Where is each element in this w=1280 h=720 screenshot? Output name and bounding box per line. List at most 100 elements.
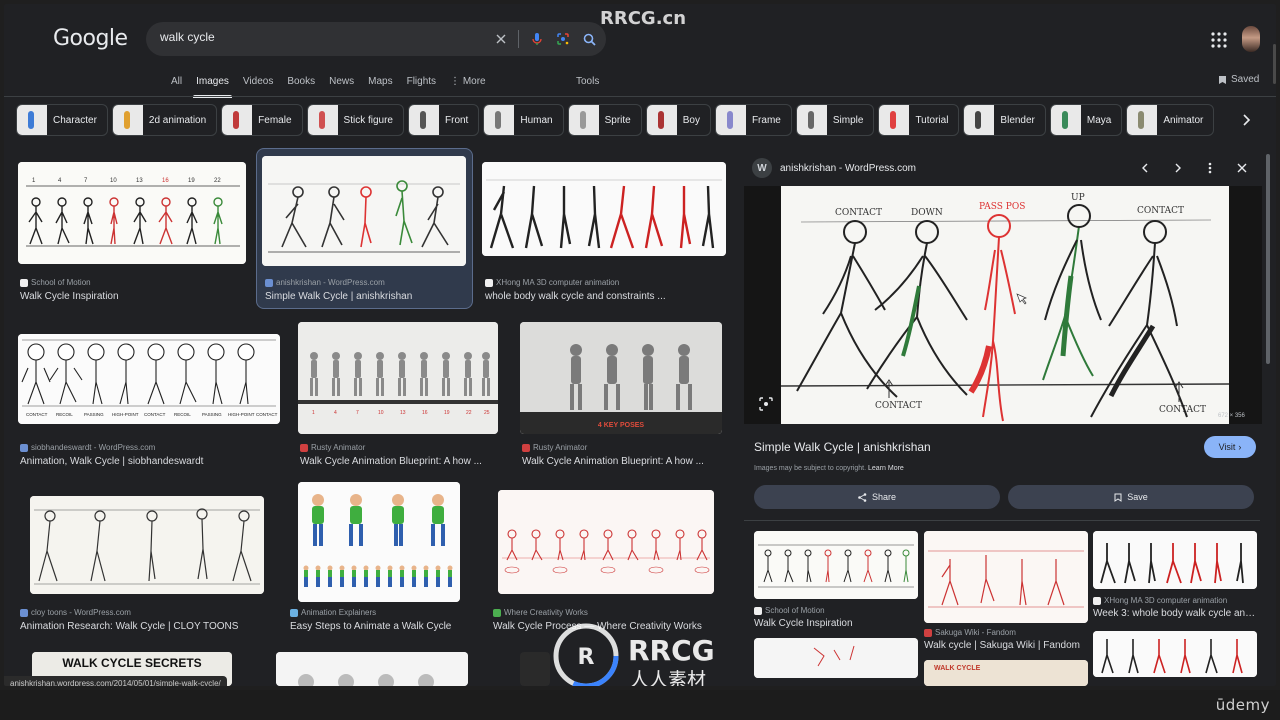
search-inside-image-icon[interactable] [758,396,774,412]
search-icon[interactable] [579,29,599,49]
result-title-5[interactable]: Walk Cycle Animation Blueprint: A how ..… [300,456,498,467]
visit-button[interactable]: Visit › [1204,436,1256,458]
result-source-9[interactable]: Where Creativity Works [493,608,588,617]
chip-blender[interactable]: Blender [963,104,1046,136]
chip-label: Boy [682,114,700,126]
result-title-4[interactable]: Animation, Walk Cycle | siobhandeswardt [20,456,282,467]
tab-all[interactable]: All [164,72,189,94]
result-title-6[interactable]: Walk Cycle Animation Blueprint: A how ..… [522,456,724,467]
result-image-1[interactable]: 1 4 7 10 13 16 19 22 [18,162,246,264]
account-avatar[interactable] [1242,26,1260,52]
chip-frame[interactable]: Frame [714,104,792,136]
tools-button[interactable]: Tools [576,76,599,87]
related-source-3[interactable]: XHong MA 3D computer animation [1093,596,1227,605]
lens-icon[interactable] [553,29,573,49]
preview-title[interactable]: Simple Walk Cycle | anishkrishan [754,440,931,454]
tab-books[interactable]: Books [280,72,322,94]
previous-icon[interactable] [1137,160,1153,176]
chip-animator[interactable]: Animator [1126,104,1215,136]
chip-front[interactable]: Front [408,104,480,136]
result-image-11[interactable] [276,652,468,686]
result-title-1[interactable]: Walk Cycle Inspiration [20,291,246,302]
next-icon[interactable] [1170,160,1186,176]
google-apps-icon[interactable] [1210,31,1228,49]
frame-number: 10 [110,178,117,184]
result-image-12[interactable] [520,652,550,686]
related-image-6[interactable] [1093,631,1257,677]
close-icon[interactable] [1234,160,1250,176]
tab-more[interactable]: ⋮ More [443,72,493,94]
result-source-8[interactable]: Animation Explainers [290,608,376,617]
saved-link[interactable]: Saved [1218,74,1259,85]
tab-videos[interactable]: Videos [236,72,280,94]
result-title-8[interactable]: Easy Steps to Animate a Walk Cycle [290,621,480,632]
result-source-6[interactable]: Rusty Animator [522,443,587,452]
clear-icon[interactable] [491,29,511,49]
chip-tutorial[interactable]: Tutorial [878,104,960,136]
result-image-4[interactable]: CONTACT RECOIL PASSING HIGH-POINT CONTAC… [18,334,280,424]
related-title-1[interactable]: Walk Cycle Inspiration [754,618,918,629]
preview-scrollbar[interactable] [1266,154,1270,364]
result-title-3[interactable]: whole body walk cycle and constraints ..… [485,291,725,302]
chip-maya[interactable]: Maya [1049,104,1123,136]
share-button[interactable]: Share [754,485,1000,509]
related-image-5[interactable]: WALK CYCLE [924,660,1088,686]
chip-character[interactable]: Character [16,104,108,136]
result-image-8[interactable] [298,482,460,602]
chip-boy[interactable]: Boy [645,104,711,136]
preview-image[interactable]: CONTACT DOWN PASS POS UP CONTACT CONTACT… [781,186,1229,424]
result-source-5[interactable]: Rusty Animator [300,443,365,452]
chevron-right-icon[interactable] [1238,112,1254,128]
source-label: Rusty Animator [533,443,588,452]
search-input[interactable] [160,30,480,44]
chip-thumbnail [1050,105,1081,135]
related-source-1[interactable]: School of Motion [754,606,825,615]
result-source-1[interactable]: School of Motion [20,278,91,287]
more-options-icon[interactable] [1202,160,1218,176]
chip-stick-figure[interactable]: Stick figure [306,104,404,136]
save-button[interactable]: Save [1008,485,1254,509]
learn-more-link[interactable]: Learn More [868,465,904,472]
source-label: XHong MA 3D computer animation [496,278,620,287]
result-source-2[interactable]: anishkrishan - WordPress.com [265,278,385,287]
bookmark-icon [1219,75,1226,84]
result-image-2[interactable] [262,156,466,266]
tab-images[interactable]: Images [189,72,236,98]
result-source-4[interactable]: siobhandeswardt - WordPress.com [20,443,155,452]
tab-flights[interactable]: Flights [400,72,443,94]
result-source-3[interactable]: XHong MA 3D computer animation [485,278,619,287]
preview-source[interactable]: W anishkrishan - WordPress.com [752,158,916,178]
pose-label-contact: CONTACT [835,208,882,218]
related-image-1[interactable] [754,531,918,599]
pose-label-down: DOWN [911,208,943,218]
result-image-6[interactable]: 4 KEY POSES [520,322,722,434]
related-source-2[interactable]: Sakuga Wiki - Fandom [924,628,1016,637]
related-image-3[interactable] [1093,531,1257,589]
result-title-2[interactable]: Simple Walk Cycle | anishkrishan [265,291,471,302]
result-source-7[interactable]: cloy toons - WordPress.com [20,608,131,617]
pose-label-contact-2: CONTACT [1137,206,1184,216]
source-label: Where Creativity Works [504,608,588,617]
tab-maps[interactable]: Maps [361,72,399,94]
tab-news[interactable]: News [322,72,361,94]
related-title-3[interactable]: Week 3: whole body walk cycle and ... [1093,608,1257,619]
chip-simple[interactable]: Simple [795,104,875,136]
chip-2d-animation[interactable]: 2d animation [111,104,218,136]
related-image-2[interactable] [924,531,1088,623]
chip-female[interactable]: Female [221,104,303,136]
microphone-icon[interactable] [527,29,547,49]
related-image-4[interactable] [754,638,918,678]
chip-sprite[interactable]: Sprite [567,104,642,136]
page-scrollbar[interactable] [1273,44,1276,84]
related-title-2[interactable]: Walk cycle | Sakuga Wiki | Fandom [924,640,1088,651]
search-bar[interactable] [146,22,606,56]
result-image-7[interactable] [30,496,264,594]
result-image-9[interactable] [498,490,714,594]
result-image-5[interactable]: 1 4 7 10 13 16 19 22 25 [298,322,498,434]
favicon [493,608,501,617]
result-title-7[interactable]: Animation Research: Walk Cycle | CLOY TO… [20,621,282,632]
google-logo[interactable]: Google [53,26,128,51]
favicon [754,606,762,615]
chip-human[interactable]: Human [483,104,564,136]
result-image-3[interactable] [482,162,726,256]
